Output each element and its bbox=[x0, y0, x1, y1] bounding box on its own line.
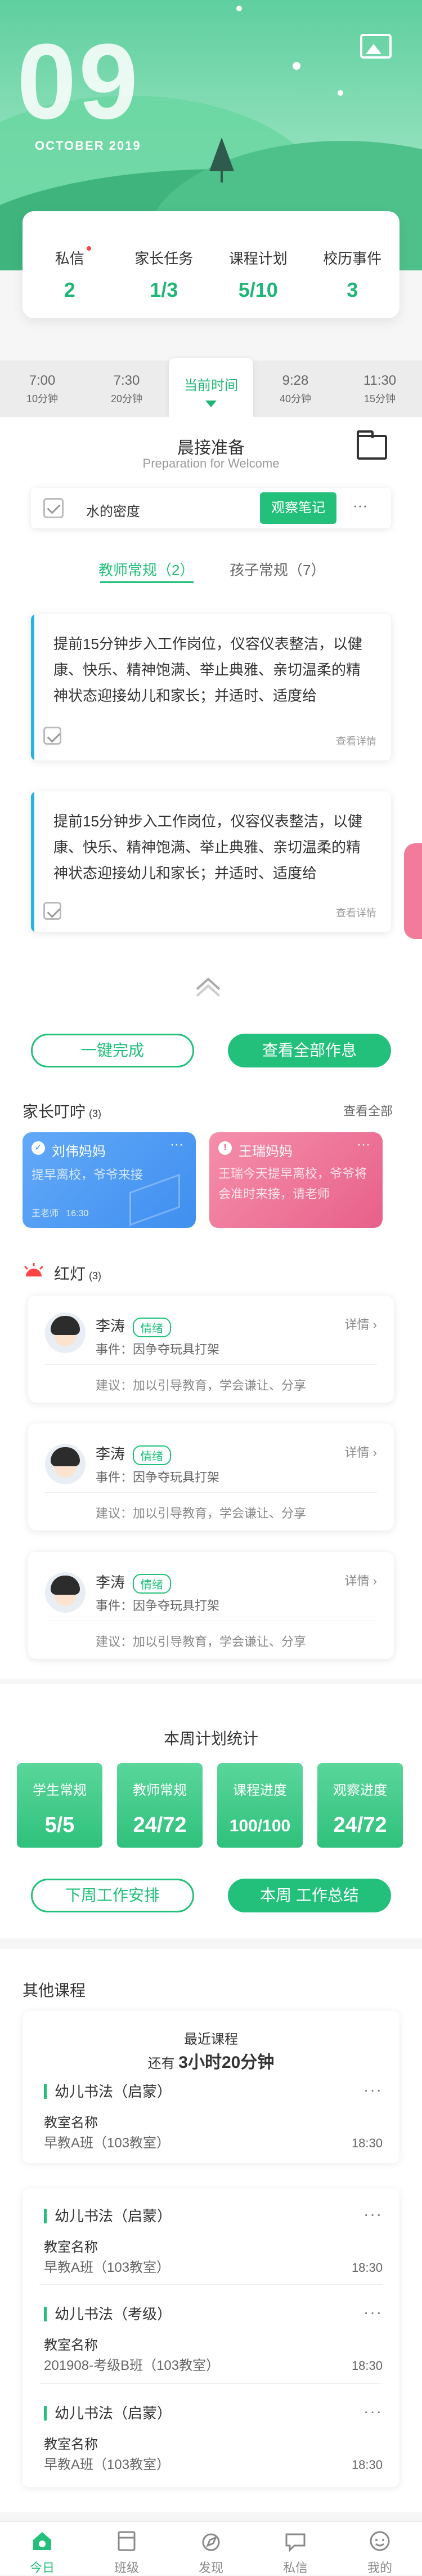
more-icon[interactable]: ··· bbox=[170, 1137, 183, 1153]
stat-student-routine[interactable]: 学生常规 5/5 bbox=[17, 1763, 102, 1848]
profile-icon bbox=[370, 2531, 390, 2551]
timeline-slot[interactable]: 9:28 40分钟 bbox=[253, 361, 338, 417]
recent-course-card[interactable]: 最近课程 还有 3小时20分钟 幼儿书法（启蒙） ··· 教室名称 早教A班（1… bbox=[23, 2011, 399, 2163]
more-icon[interactable]: ··· bbox=[357, 1137, 370, 1153]
avatar bbox=[45, 1313, 86, 1353]
chevron-up-icon[interactable] bbox=[191, 969, 225, 1003]
alert-icon: ! bbox=[218, 1141, 232, 1155]
parent-reminder-card[interactable]: ✓ 刘伟妈妈 ··· 提早离校，爷爷来接 王老师 16:30 bbox=[23, 1132, 196, 1228]
nav-messages[interactable]: 私信 bbox=[253, 2522, 338, 2575]
more-icon[interactable]: ··· bbox=[353, 497, 367, 514]
course-list-card: 幼儿书法（启蒙） ··· 教室名称 早教A班（103教室） 18:30 幼儿书法… bbox=[23, 2188, 399, 2487]
course-item[interactable]: 幼儿书法（启蒙） ··· 教室名称 早教A班（103教室） 18:30 bbox=[23, 2403, 399, 2496]
complete-all-button[interactable]: 一键完成 bbox=[31, 1034, 194, 1067]
details-link[interactable]: 详情 › bbox=[345, 1315, 377, 1333]
more-icon[interactable]: ··· bbox=[363, 2081, 383, 2099]
stat-calendar-events[interactable]: 校历事件 3 bbox=[306, 211, 400, 318]
routine-note[interactable]: 提前15分钟步入工作岗位，仪容仪表整洁，以健康、快乐、精神饱满、举止典雅、亲切温… bbox=[31, 791, 391, 932]
checkbox[interactable] bbox=[43, 498, 64, 518]
nav-discover[interactable]: 发现 bbox=[169, 2522, 253, 2575]
view-details-link[interactable]: 查看详情 bbox=[336, 733, 376, 748]
status-badge: 情绪 bbox=[133, 1445, 172, 1465]
nav-today[interactable]: 今日 bbox=[0, 2522, 84, 2575]
task-item: 水的密度 观察笔记 ··· bbox=[31, 488, 391, 528]
photo-icon[interactable] bbox=[360, 34, 392, 59]
routine-tabs: 教师常规（2） 孩子常规（7） bbox=[0, 552, 422, 586]
stat-parent-tasks[interactable]: 家长任务 1/3 bbox=[117, 211, 212, 318]
nav-profile[interactable]: 我的 bbox=[338, 2522, 422, 2575]
stat-course-plan[interactable]: 课程计划 5/10 bbox=[211, 211, 306, 318]
discover-icon bbox=[202, 2533, 220, 2551]
week-summary-button[interactable]: 本周 工作总结 bbox=[228, 1879, 391, 1912]
stat-teacher-routine[interactable]: 教师常规 24/72 bbox=[117, 1763, 203, 1848]
more-icon[interactable]: ··· bbox=[363, 2303, 383, 2321]
home-icon bbox=[33, 2532, 51, 2550]
red-light-title: 红灯 (3) bbox=[54, 1265, 102, 1283]
more-icon[interactable]: ··· bbox=[363, 2205, 383, 2223]
unread-dot bbox=[86, 246, 91, 251]
class-icon bbox=[118, 2531, 136, 2551]
red-light-card[interactable]: 李涛 情绪 事件：因争夺玩具打架 详情 › 建议：加以引导教育，学会谦让、分享 bbox=[28, 1296, 394, 1403]
routine-note[interactable]: 提前15分钟步入工作岗位，仪容仪表整洁，以健康、快乐、精神饱满、举止典雅、亲切温… bbox=[31, 614, 391, 760]
avatar bbox=[45, 1572, 86, 1613]
timeline-slot[interactable]: 7:30 20分钟 bbox=[84, 361, 169, 417]
view-all-link[interactable]: 查看全部 bbox=[343, 1101, 393, 1119]
view-all-schedule-button[interactable]: 查看全部作息 bbox=[228, 1034, 391, 1067]
checkbox[interactable] bbox=[43, 727, 61, 745]
stat-observe-progress[interactable]: 观察进度 24/72 bbox=[317, 1763, 403, 1848]
parent-reminder-card[interactable]: ! 王瑞妈妈 ··· 王瑞今天提早离校，爷爷将会准时来接，请老师 bbox=[209, 1132, 383, 1228]
details-link[interactable]: 详情 › bbox=[345, 1443, 377, 1461]
view-details-link[interactable]: 查看详情 bbox=[336, 905, 376, 920]
nav-class[interactable]: 班级 bbox=[84, 2522, 169, 2575]
timeline-slot[interactable]: 7:00 10分钟 bbox=[0, 361, 84, 417]
checkbox[interactable] bbox=[43, 902, 61, 920]
stat-course-progress[interactable]: 课程进度 100/100 bbox=[217, 1763, 303, 1848]
check-circle-icon: ✓ bbox=[32, 1141, 45, 1155]
timeline: 7:00 10分钟 7:30 20分钟 当前时间 9:28 40分钟 11:30 15分… bbox=[0, 358, 422, 417]
course-item: 幼儿书法（启蒙） ··· 教室名称 早教A班（103教室） 18:30 bbox=[44, 2081, 383, 2151]
message-icon bbox=[285, 2533, 306, 2552]
observe-notes-button[interactable]: 观察笔记 bbox=[260, 492, 336, 524]
tab-teacher-routine[interactable]: 教师常规（2） bbox=[98, 559, 194, 580]
red-light-card[interactable]: 李涛 情绪 事件：因争夺玩具打架 详情 › 建议：加以引导教育，学会谦让、分享 bbox=[28, 1423, 394, 1531]
timeline-current[interactable]: 当前时间 bbox=[169, 358, 253, 417]
tab-child-routine[interactable]: 孩子常规（7） bbox=[230, 559, 325, 580]
red-light-icon bbox=[24, 1263, 44, 1276]
date-month-year: OCTOBER 2019 bbox=[35, 139, 141, 153]
status-badge: 情绪 bbox=[133, 1573, 172, 1594]
task-label: 水的密度 bbox=[86, 504, 140, 519]
next-week-plan-button[interactable]: 下周工作安排 bbox=[31, 1879, 194, 1912]
stats-card: 私信 2 家长任务 1/3 课程计划 5/10 校历事件 3 bbox=[23, 211, 399, 318]
other-courses-title: 其他课程 bbox=[23, 1982, 86, 1999]
caret-down-icon bbox=[205, 401, 217, 407]
weekly-title: 本周计划统计 bbox=[163, 1730, 258, 1747]
course-item[interactable]: 幼儿书法（启蒙） ··· 教室名称 早教A班（103教室） 18:30 bbox=[23, 2205, 399, 2299]
details-link[interactable]: 详情 › bbox=[345, 1571, 377, 1589]
avatar bbox=[45, 1444, 86, 1484]
tree-icon bbox=[209, 137, 234, 171]
folder-icon[interactable] bbox=[357, 430, 387, 460]
red-light-card[interactable]: 李涛 情绪 事件：因争夺玩具打架 详情 › 建议：加以引导教育，学会谦让、分享 bbox=[28, 1552, 394, 1659]
parent-section-title: 家长叮咛 (3) bbox=[23, 1103, 102, 1120]
tab-indicator bbox=[100, 581, 194, 583]
stat-messages[interactable]: 私信 2 bbox=[23, 211, 117, 318]
date-day: 09 bbox=[17, 22, 141, 141]
timeline-slot[interactable]: 11:30 15分钟 bbox=[338, 361, 422, 417]
bottom-nav: 今日 班级 发现 私信 我的 bbox=[0, 2521, 422, 2575]
status-badge: 情绪 bbox=[133, 1317, 172, 1337]
side-pull-tab[interactable] bbox=[404, 843, 422, 939]
more-icon[interactable]: ··· bbox=[363, 2403, 383, 2421]
